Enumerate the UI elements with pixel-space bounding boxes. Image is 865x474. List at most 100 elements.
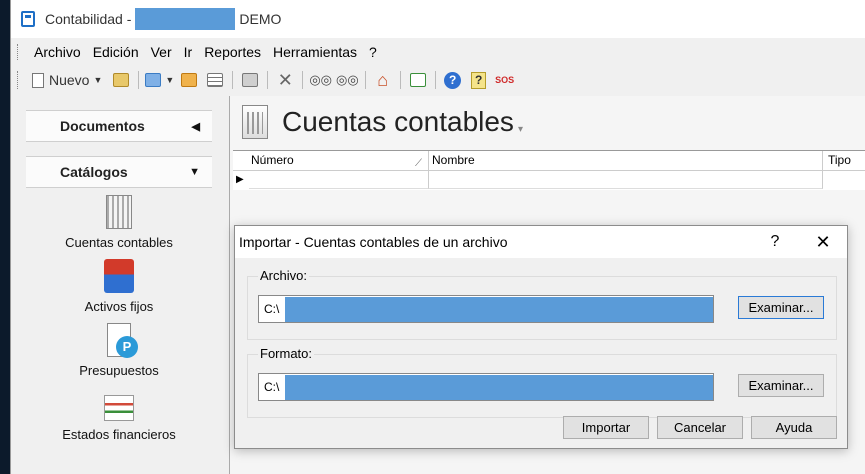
documents-panel-header[interactable]: Documentos ◀ <box>26 110 212 142</box>
open-folder-button[interactable] <box>110 69 132 91</box>
catalog-item-cuentas-contables[interactable]: Cuentas contables <box>26 192 212 256</box>
calendar-refresh-icon <box>409 73 426 87</box>
import-button[interactable]: Importar <box>563 416 649 439</box>
binoculars-icon: ◎◎ <box>309 72 332 87</box>
delete-button[interactable]: ✕ <box>274 69 296 91</box>
catalog-item-label: Activos fijos <box>84 299 154 314</box>
home-button[interactable]: ⌂ <box>372 69 394 91</box>
binoculars-next-icon: ◎◎ <box>336 72 359 87</box>
catalogs-header-label: Catálogos <box>60 164 128 180</box>
truck-icon <box>104 259 134 293</box>
cancel-button[interactable]: Cancelar <box>657 416 743 439</box>
menu-grip[interactable] <box>17 44 20 60</box>
formato-group: Formato: C:\ Examinar... <box>247 346 837 418</box>
new-button[interactable]: Nuevo ▼ <box>28 69 106 91</box>
import-icon <box>145 73 162 87</box>
toolbar-separator <box>232 71 234 89</box>
chevron-down-icon[interactable]: ▼ <box>93 75 102 85</box>
import-dialog: Importar - Cuentas contables de un archi… <box>234 225 848 449</box>
page-title: Cuentas contables <box>282 106 514 137</box>
catalog-item-estados-financieros[interactable]: Estados financieros <box>26 384 212 448</box>
menu-help[interactable]: ? <box>363 44 383 60</box>
menu-ver[interactable]: Ver <box>145 44 178 60</box>
archivo-path-field[interactable]: C:\ <box>258 295 714 323</box>
print-button[interactable] <box>239 69 261 91</box>
refresh-button[interactable] <box>407 69 429 91</box>
help-dialog-button[interactable]: Ayuda <box>751 416 837 439</box>
sos-button[interactable]: SOS <box>494 69 516 91</box>
toolbar: Nuevo ▼ ▼ ✕ ◎◎ ◎◎ ⌂ ? ? SOS <box>11 66 865 94</box>
redacted-path <box>285 375 713 400</box>
archivo-group: Archivo: C:\ Examinar... <box>247 268 837 340</box>
redacted-path <box>285 297 713 322</box>
printer-icon <box>242 73 259 87</box>
archivo-browse-button[interactable]: Examinar... <box>738 296 824 319</box>
column-header-numero[interactable]: Número ⟋ <box>249 151 429 170</box>
collapse-left-icon[interactable]: ◀ <box>192 120 200 133</box>
delete-icon: ✕ <box>277 69 293 90</box>
new-document-icon <box>32 72 44 88</box>
chevron-down-icon[interactable]: ▾ <box>518 124 523 135</box>
cell-tipo[interactable] <box>823 171 865 189</box>
catalog-item-activos-fijos[interactable]: Activos fijos <box>26 256 212 320</box>
menu-archivo[interactable]: Archivo <box>28 44 87 60</box>
find-next-button[interactable]: ◎◎ <box>336 69 359 91</box>
page-header: Cuentas contables ▾ <box>230 96 865 148</box>
help-button[interactable]: ? <box>442 69 464 91</box>
toolbar-separator <box>267 71 269 89</box>
home-icon: ⌂ <box>377 69 389 90</box>
dialog-title: Importar - Cuentas contables de un archi… <box>239 234 508 250</box>
catalogs-panel-header[interactable]: Catálogos ▼ <box>26 156 212 188</box>
cell-nombre[interactable] <box>429 171 823 189</box>
grid-header: Número ⟋ Nombre Tipo <box>233 151 865 171</box>
import-button[interactable]: ▼ <box>145 69 174 91</box>
table-row[interactable]: ▶ <box>233 171 865 189</box>
formato-path-field[interactable]: C:\ <box>258 373 714 401</box>
row-pointer-icon: ▶ <box>236 174 244 185</box>
table-icon <box>207 73 224 87</box>
formato-browse-button[interactable]: Examinar... <box>738 374 824 397</box>
export-button[interactable] <box>178 69 200 91</box>
archivo-label: Archivo: <box>258 268 309 283</box>
export-icon <box>181 73 198 87</box>
toolbar-separator <box>399 71 401 89</box>
help-circle-icon: ? <box>444 71 462 89</box>
catalog-list: Cuentas contables Activos fijos P Presup… <box>26 192 212 448</box>
menu-herramientas[interactable]: Herramientas <box>267 44 363 60</box>
import-dropdown-icon[interactable]: ▼ <box>165 75 174 85</box>
accounts-grid[interactable]: Número ⟋ Nombre Tipo ▶ <box>233 150 865 190</box>
window-title: Contabilidad - DEMO <box>45 8 281 30</box>
catalog-item-label: Cuentas contables <box>65 235 173 250</box>
grid-view-button[interactable] <box>204 69 226 91</box>
menu-reportes[interactable]: Reportes <box>198 44 267 60</box>
expand-down-icon[interactable]: ▼ <box>189 166 200 178</box>
toolbar-separator <box>364 71 366 89</box>
new-button-label: Nuevo <box>49 72 90 88</box>
help-note-icon: ? <box>471 71 487 89</box>
folder-open-icon <box>113 73 130 87</box>
dialog-help-button[interactable]: ? <box>751 233 799 251</box>
row-selector-header <box>233 151 249 170</box>
ledger-icon <box>242 105 268 139</box>
title-bar: Contabilidad - DEMO <box>11 0 865 38</box>
menu-ir[interactable]: Ir <box>178 44 199 60</box>
column-header-tipo[interactable]: Tipo <box>823 151 865 170</box>
documents-header-label: Documentos <box>60 118 145 134</box>
toolbar-grip[interactable] <box>17 71 20 89</box>
redacted-company-name <box>135 8 236 30</box>
window-title-prefix: Contabilidad - <box>45 11 132 27</box>
formato-label: Formato: <box>258 346 315 361</box>
context-help-button[interactable]: ? <box>468 69 490 91</box>
cell-numero[interactable] <box>249 171 429 189</box>
dialog-close-button[interactable]: ✕ <box>799 232 847 253</box>
toolbar-separator <box>434 71 436 89</box>
column-header-nombre[interactable]: Nombre <box>429 151 823 170</box>
catalog-item-presupuestos[interactable]: P Presupuestos <box>26 320 212 384</box>
menu-edicion[interactable]: Edición <box>87 44 145 60</box>
archivo-path-value: C:\ <box>264 302 280 316</box>
window-title-suffix: DEMO <box>239 11 282 27</box>
sidebar: Documentos ◀ Catálogos ▼ Cuentas contabl… <box>26 100 214 474</box>
budget-icon: P <box>107 323 138 358</box>
find-button[interactable]: ◎◎ <box>309 69 332 91</box>
menu-bar: Archivo Edición Ver Ir Reportes Herramie… <box>11 40 865 64</box>
